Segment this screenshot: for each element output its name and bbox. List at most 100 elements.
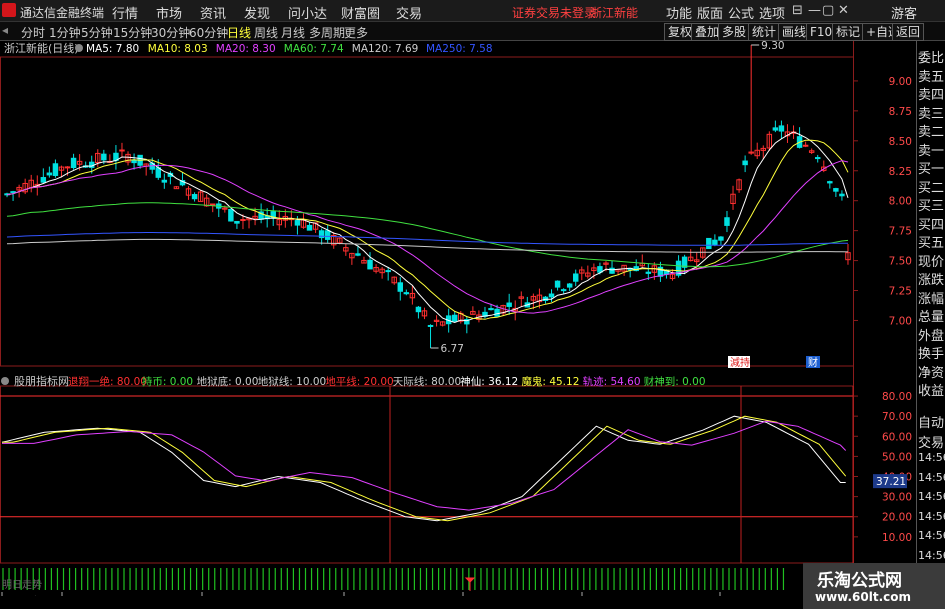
candle-body [240,219,246,222]
menu-item-0[interactable]: 行情 [112,3,138,22]
candle-body [397,282,403,292]
period-8[interactable]: 月线 [281,24,305,41]
close-icon[interactable]: ✕ [838,3,849,18]
candle-body [645,271,652,274]
indicator-legend-4: 地平线: 20.00 [325,375,393,388]
toolbar-button-2[interactable]: 多股 [718,23,751,41]
ma-legend-1: MA10: 8.03 [148,43,208,55]
maximize-icon[interactable]: ▢ [822,3,834,18]
indicator-legend-0: 退翔一绝: 80.00 [68,375,147,388]
side-quote-9[interactable]: 买四 [918,214,945,233]
date-axis-label-1: 11 [64,595,78,596]
side-quote-5[interactable]: 卖一 [918,140,945,159]
side-lower-6[interactable]: 14:56 [918,529,945,542]
indicator-toggle-icon [1,377,9,385]
price-axis-label-4: 8.00 [889,196,912,208]
ma-legend-5: MA250: 7.58 [426,43,493,55]
indicator-axis-label-7: 10.00 [882,532,912,544]
candle-body [506,302,512,307]
current-stock-notice[interactable]: 浙江新能 [590,4,638,21]
side-quote-17[interactable]: 净资 [918,362,945,381]
toolbar-left-arrow-icon[interactable]: ◂ [2,23,8,37]
side-quote-10[interactable]: 买五 [918,232,945,251]
candle-body [554,280,561,288]
top-menu-0[interactable]: 功能 [666,3,692,22]
price-axis-label-3: 8.25 [889,166,912,178]
side-lower-4[interactable]: 14:56 [918,490,945,503]
price-axis-label-5: 7.75 [889,226,912,238]
side-quote-2[interactable]: 卖四 [918,84,945,103]
menu-item-5[interactable]: 财富圈 [341,3,380,22]
login-notice[interactable]: 证券交易未登录 [512,4,596,21]
candle-body [827,181,833,184]
indicator-current-value: 37.21 [876,476,906,488]
indicator-legend-6: 神仙: 36.12 [460,375,518,388]
menu-item-2[interactable]: 资讯 [200,3,226,22]
toolbar-button-8[interactable]: 返回 [892,23,925,41]
side-quote-4[interactable]: 卖二 [918,121,945,140]
menu-bar: 通达信金融终端 行情 市场 资讯 发现 问小达 财富圈 交易 证券交易未登录 浙江新能 功能… [0,0,945,22]
indicator-axis-label-3: 50.00 [882,451,912,463]
side-lower-0[interactable]: 自动 [918,412,945,431]
period-0[interactable]: 分时 [21,24,45,41]
candle-body [815,157,821,160]
period-5[interactable]: 60分钟 [189,24,228,41]
side-lower-7[interactable]: 14:56 [918,549,945,562]
candle-body [46,172,53,176]
menu-item-3[interactable]: 发现 [244,3,270,22]
kline-chart[interactable]: 浙江新能(日线) MA5: 7.80 MA10: 8.03 MA20: 8.30 MA6… [0,41,945,596]
side-lower-5[interactable]: 14:56 [918,510,945,523]
side-lower-2[interactable]: 14:56 [918,451,945,464]
price-axis-label-0: 9.00 [889,76,912,88]
toolbar-button-6[interactable]: 标记 [832,23,865,41]
period-6[interactable]: 日线 [227,24,251,41]
top-menu-1[interactable]: 版面 [697,3,723,22]
side-quote-6[interactable]: 买一 [918,158,945,177]
side-quote-14[interactable]: 总量 [918,306,945,325]
price-axis-label-1: 8.75 [889,106,912,118]
candle-body [833,188,839,192]
period-1[interactable]: 1分钟 [49,24,81,41]
side-quote-7[interactable]: 买二 [918,177,945,196]
toolbar-button-3[interactable]: 统计 [748,23,781,41]
menu-item-4[interactable]: 问小达 [288,3,327,22]
side-quote-13[interactable]: 涨幅 [918,288,945,307]
side-lower-3[interactable]: 14:56 [918,471,945,484]
candle-body [294,220,301,226]
price-axis-label-6: 7.50 [889,256,912,268]
menu-item-6[interactable]: 交易 [396,3,422,22]
period-3[interactable]: 15分钟 [113,24,152,41]
candle-body [161,179,168,183]
indicator-legend-5: 天际线: 80.00 [393,375,461,388]
side-quote-0[interactable]: 委比 [918,47,945,66]
date-axis-label-5: 3 [584,595,591,596]
ma-legend-2: MA20: 8.30 [216,43,276,55]
side-quote-15[interactable]: 外盘 [918,325,945,344]
side-quote-11[interactable]: 现价 [918,251,945,270]
candle-body [742,160,748,166]
side-quote-12[interactable]: 涨跌 [918,269,945,288]
top-menu-3[interactable]: 选项 [759,3,785,22]
side-lower-1[interactable]: 交易 [918,432,945,451]
restore-icon[interactable]: ⊟ [792,3,803,18]
period-7[interactable]: 周线 [254,24,278,41]
guest-login[interactable]: 游客 [891,3,917,22]
side-quote-16[interactable]: 换手 [918,343,945,362]
ma-legend-0: MA5: 7.80 [86,43,139,55]
period-2[interactable]: 5分钟 [81,24,113,41]
period-9[interactable]: 多周期 [309,24,345,41]
top-menu-2[interactable]: 公式 [728,3,754,22]
side-quote-18[interactable]: 收益 [918,380,945,399]
side-quote-3[interactable]: 卖三 [918,103,945,122]
date-axis-label-2: 12 [204,595,218,596]
menu-item-1[interactable]: 市场 [156,3,182,22]
period-4[interactable]: 30分钟 [151,24,190,41]
side-quote-8[interactable]: 买三 [918,195,945,214]
candle-body [839,193,845,197]
side-quote-1[interactable]: 卖五 [918,66,945,85]
candle-body [131,159,137,164]
period-10[interactable]: 更多 [344,24,368,41]
minimize-icon[interactable]: — [808,3,821,18]
date-axis-label-3: 1 [346,595,353,596]
candle-body [234,220,240,224]
